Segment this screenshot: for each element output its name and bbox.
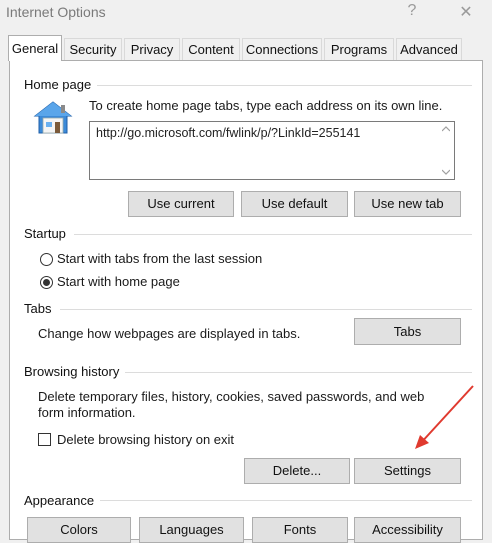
radio-home-page-label: Start with home page [57,274,180,289]
history-settings-button[interactable]: Settings [354,458,461,484]
tabs-description: Change how webpages are displayed in tab… [38,326,301,341]
delete-history-button[interactable]: Delete... [244,458,350,484]
window-title: Internet Options [6,4,106,20]
home-page-group-label: Home page [24,77,98,92]
radio-last-session-label: Start with tabs from the last session [57,251,263,266]
use-current-button[interactable]: Use current [128,191,234,217]
tab-security[interactable]: Security [64,38,122,60]
browsing-history-divider [124,372,472,373]
browsing-history-description-2: form information. [38,405,136,420]
close-button[interactable]: ✕ [454,2,478,22]
tab-privacy[interactable]: Privacy [124,38,180,60]
radio-last-session[interactable] [40,253,53,266]
home-page-url-value: http://go.microsoft.com/fwlink/p/?LinkId… [96,126,361,140]
home-page-url-field[interactable]: http://go.microsoft.com/fwlink/p/?LinkId… [89,121,455,180]
tab-connections[interactable]: Connections [242,38,322,60]
browsing-history-group-label: Browsing history [24,364,126,379]
appearance-group-label: Appearance [24,493,101,508]
home-page-instruction: To create home page tabs, type each addr… [89,98,443,113]
home-page-divider [90,85,472,86]
scroll-down-icon[interactable] [442,169,450,175]
tabs-button[interactable]: Tabs [354,318,461,345]
browsing-history-description-1: Delete temporary files, history, cookies… [38,389,425,404]
fonts-button[interactable]: Fonts [252,517,348,543]
tab-programs[interactable]: Programs [324,38,394,60]
scroll-up-icon[interactable] [442,126,450,132]
help-button[interactable]: ? [400,2,424,20]
tabs-divider [60,309,472,310]
startup-group-label: Startup [24,226,72,241]
startup-divider [74,234,472,235]
tab-content[interactable]: Content [182,38,240,60]
home-page-icon [33,101,73,134]
accessibility-button[interactable]: Accessibility [354,517,461,543]
radio-home-page[interactable] [40,276,53,289]
tab-advanced[interactable]: Advanced [396,38,462,60]
appearance-divider [100,500,472,501]
languages-button[interactable]: Languages [139,517,244,543]
tab-general[interactable]: General [8,35,62,61]
use-new-tab-button[interactable]: Use new tab [354,191,461,217]
annotation-arrow-icon [415,385,474,449]
url-field-scrollbar[interactable] [438,122,454,179]
use-default-button[interactable]: Use default [241,191,348,217]
delete-on-exit-label: Delete browsing history on exit [57,432,235,447]
tabs-group-label: Tabs [24,301,58,316]
colors-button[interactable]: Colors [27,517,131,543]
delete-on-exit-checkbox[interactable] [38,433,51,446]
